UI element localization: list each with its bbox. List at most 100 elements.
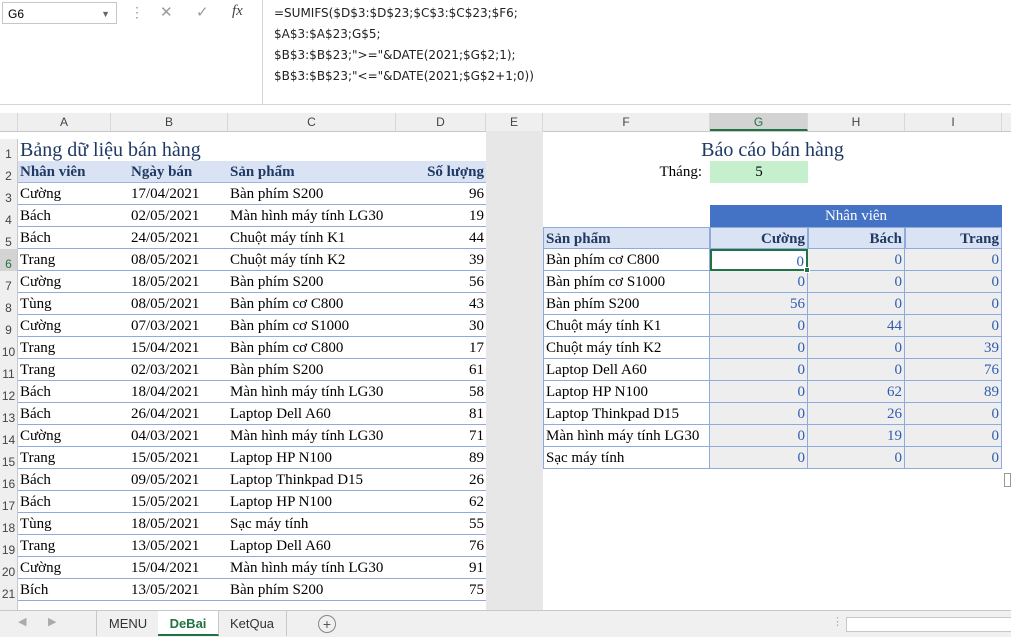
- left-table-cell[interactable]: 58: [396, 381, 486, 403]
- row-header-17[interactable]: 17: [0, 491, 18, 513]
- report-value[interactable]: 0: [905, 425, 1002, 447]
- report-value[interactable]: 0: [808, 359, 905, 381]
- left-table-cell[interactable]: 09/05/2021: [111, 469, 228, 491]
- report-value[interactable]: 0: [905, 447, 1002, 469]
- report-value[interactable]: 0: [808, 271, 905, 293]
- row-header-21[interactable]: 21: [0, 579, 18, 601]
- left-table-cell[interactable]: Laptop Dell A60: [228, 535, 396, 557]
- row-header-15[interactable]: 15: [0, 447, 18, 469]
- report-value[interactable]: 0: [808, 249, 905, 271]
- quick-analysis-icon[interactable]: [1004, 473, 1011, 487]
- left-table-cell[interactable]: Bàn phím S200: [228, 271, 396, 293]
- name-box[interactable]: G6 ▼: [2, 2, 117, 24]
- report-value[interactable]: 26: [808, 403, 905, 425]
- left-table-cell[interactable]: 18/05/2021: [111, 271, 228, 293]
- left-table-cell[interactable]: Cường: [18, 271, 111, 293]
- left-table-cell[interactable]: 43: [396, 293, 486, 315]
- left-table-cell[interactable]: Chuột máy tính K2: [228, 249, 396, 271]
- left-table-cell[interactable]: Bách: [18, 381, 111, 403]
- report-value[interactable]: 44: [808, 315, 905, 337]
- left-table-cell[interactable]: Bách: [18, 491, 111, 513]
- left-table-cell[interactable]: 07/03/2021: [111, 315, 228, 337]
- left-table-cell[interactable]: 56: [396, 271, 486, 293]
- formula-input[interactable]: =SUMIFS($D$3:$D$23;$C$3:$C$23;$F6; $A$3:$…: [262, 0, 1011, 104]
- left-table-cell[interactable]: 61: [396, 359, 486, 381]
- report-value[interactable]: 0: [905, 403, 1002, 425]
- left-table-cell[interactable]: 08/05/2021: [111, 249, 228, 271]
- column-header-i[interactable]: I: [905, 113, 1002, 131]
- report-value[interactable]: 0: [710, 337, 808, 359]
- left-table-cell[interactable]: 19: [396, 205, 486, 227]
- selected-cell[interactable]: 0: [710, 249, 808, 271]
- function-icon[interactable]: fx: [232, 3, 243, 20]
- row-header-19[interactable]: 19: [0, 535, 18, 557]
- left-table-cell[interactable]: 18/04/2021: [111, 381, 228, 403]
- left-table-cell[interactable]: Bàn phím S200: [228, 183, 396, 205]
- column-header-c[interactable]: C: [228, 113, 396, 131]
- tab-ketqua[interactable]: KetQua: [218, 611, 287, 636]
- left-table-cell[interactable]: 02/03/2021: [111, 359, 228, 381]
- column-header-e[interactable]: E: [486, 113, 543, 131]
- report-value[interactable]: 76: [905, 359, 1002, 381]
- column-header-b[interactable]: B: [111, 113, 228, 131]
- row-header-9[interactable]: 9: [0, 315, 18, 337]
- report-value[interactable]: 0: [710, 381, 808, 403]
- left-table-cell[interactable]: Bàn phím S200: [228, 359, 396, 381]
- left-table-cell[interactable]: 62: [396, 491, 486, 513]
- left-table-cell[interactable]: Bách: [18, 205, 111, 227]
- left-table-cell[interactable]: Laptop HP N100: [228, 491, 396, 513]
- row-header-4[interactable]: 4: [0, 205, 18, 227]
- left-table-cell[interactable]: 13/05/2021: [111, 535, 228, 557]
- row-header-8[interactable]: 8: [0, 293, 18, 315]
- report-value[interactable]: 0: [905, 271, 1002, 293]
- left-table-cell[interactable]: Bách: [18, 403, 111, 425]
- left-table-cell[interactable]: Bàn phím cơ C800: [228, 293, 396, 315]
- left-table-cell[interactable]: 17: [396, 337, 486, 359]
- left-table-cell[interactable]: Trang: [18, 447, 111, 469]
- left-table-cell[interactable]: Màn hình máy tính LG30: [228, 205, 396, 227]
- left-table-cell[interactable]: 55: [396, 513, 486, 535]
- left-table-cell[interactable]: Cường: [18, 425, 111, 447]
- left-table-cell[interactable]: Màn hình máy tính LG30: [228, 381, 396, 403]
- report-value[interactable]: 0: [710, 315, 808, 337]
- left-table-cell[interactable]: Cường: [18, 557, 111, 579]
- row-header-11[interactable]: 11: [0, 359, 18, 381]
- left-table-cell[interactable]: Laptop Dell A60: [228, 403, 396, 425]
- row-header-16[interactable]: 16: [0, 469, 18, 491]
- left-table-cell[interactable]: Cường: [18, 183, 111, 205]
- report-value[interactable]: 0: [905, 293, 1002, 315]
- left-table-cell[interactable]: 17/04/2021: [111, 183, 228, 205]
- chevron-down-icon[interactable]: ▼: [101, 3, 110, 25]
- left-table-cell[interactable]: Trang: [18, 337, 111, 359]
- month-input[interactable]: 5: [710, 161, 808, 183]
- left-table-cell[interactable]: 15/05/2021: [111, 447, 228, 469]
- left-table-cell[interactable]: 26: [396, 469, 486, 491]
- row-header-6[interactable]: 6: [0, 249, 18, 271]
- left-table-cell[interactable]: Laptop Thinkpad D15: [228, 469, 396, 491]
- left-table-cell[interactable]: 96: [396, 183, 486, 205]
- left-table-cell[interactable]: Màn hình máy tính LG30: [228, 425, 396, 447]
- left-table-cell[interactable]: Trang: [18, 359, 111, 381]
- row-header-1[interactable]: 1: [0, 139, 18, 161]
- column-header-j[interactable]: J: [1002, 113, 1011, 131]
- left-table-cell[interactable]: Bách: [18, 227, 111, 249]
- report-value[interactable]: 0: [808, 447, 905, 469]
- left-table-cell[interactable]: 81: [396, 403, 486, 425]
- close-icon[interactable]: ✕: [160, 3, 173, 21]
- left-table-cell[interactable]: 26/04/2021: [111, 403, 228, 425]
- check-icon[interactable]: ✓: [196, 3, 209, 21]
- left-table-cell[interactable]: 15/05/2021: [111, 491, 228, 513]
- report-value[interactable]: 0: [808, 293, 905, 315]
- left-table-cell[interactable]: Bàn phím S200: [228, 579, 396, 601]
- report-value[interactable]: 0: [905, 315, 1002, 337]
- row-header-18[interactable]: 18: [0, 513, 18, 535]
- scroll-right-icon[interactable]: ▶: [48, 615, 56, 628]
- report-value[interactable]: 39: [905, 337, 1002, 359]
- tab-debai[interactable]: DeBai: [158, 611, 219, 636]
- left-table-cell[interactable]: 39: [396, 249, 486, 271]
- left-table-cell[interactable]: 75: [396, 579, 486, 601]
- report-value[interactable]: 19: [808, 425, 905, 447]
- column-header-a[interactable]: A: [18, 113, 111, 131]
- left-table-cell[interactable]: 08/05/2021: [111, 293, 228, 315]
- left-table-cell[interactable]: 02/05/2021: [111, 205, 228, 227]
